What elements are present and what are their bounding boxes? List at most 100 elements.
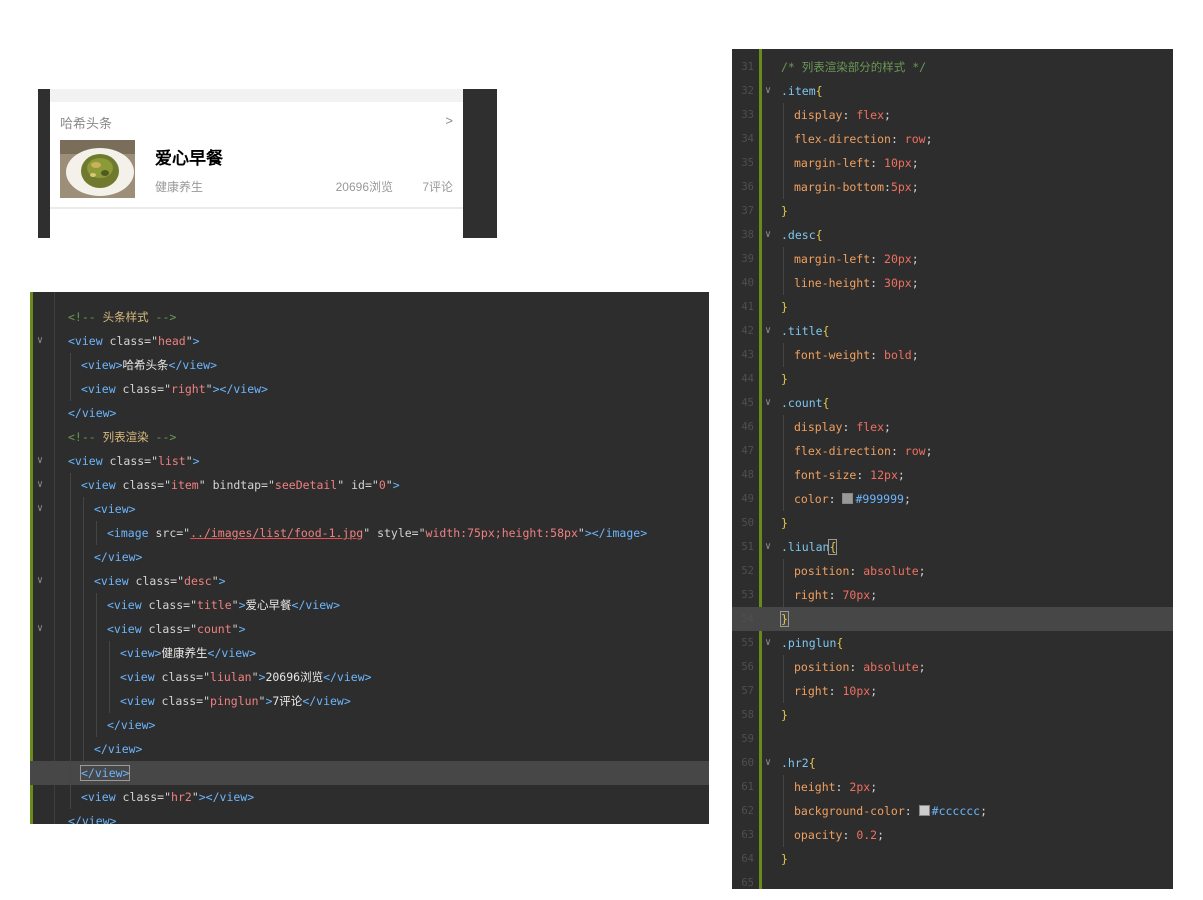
code-line[interactable]: </view> [30, 545, 709, 569]
code-line[interactable]: 31 /* 列表渲染部分的样式 */ [732, 55, 1173, 79]
code-line[interactable]: 65 [732, 871, 1173, 889]
code-line[interactable]: <view class="pinglun">7评论</view> [30, 689, 709, 713]
code-line[interactable]: 59 [732, 727, 1173, 751]
fold-chevron-icon[interactable]: ∨ [37, 617, 43, 641]
line-number: 33 [741, 109, 754, 121]
indent-guide [70, 569, 71, 593]
fold-chevron-icon[interactable]: ∨ [37, 497, 43, 521]
code-line[interactable]: 58} [732, 703, 1173, 727]
code-token: > [218, 574, 226, 588]
code-line[interactable]: 34 flex-direction: row; [732, 127, 1173, 151]
code-line[interactable]: 42 ∨ .title{ [732, 319, 1173, 343]
code-text: </view> [79, 761, 131, 785]
code-line[interactable]: 63 opacity: 0.2; [732, 823, 1173, 847]
code-line[interactable]: 51 ∨ .liulan{ [732, 535, 1173, 559]
code-line[interactable]: 60 ∨ .hr2{ [732, 751, 1173, 775]
code-line[interactable]: </view> [30, 713, 709, 737]
fold-chevron-icon[interactable]: ∨ [765, 751, 771, 775]
code-token: ; [903, 492, 911, 506]
code-line[interactable]: 39 margin-left: 20px; [732, 247, 1173, 271]
code-line[interactable]: 38 ∨ .desc{ [732, 223, 1173, 247]
code-line[interactable]: <view class="hr2"></view> [30, 785, 709, 809]
code-line[interactable]: ∨ <view class="head"> [30, 329, 709, 353]
code-line[interactable]: 49 color: #999999; [732, 487, 1173, 511]
code-line[interactable]: 40 line-height: 30px; [732, 271, 1173, 295]
code-token: { [822, 396, 830, 410]
code-line[interactable]: 50} [732, 511, 1173, 535]
wxml-code-editor[interactable]: <!-- 头条样式 --> ∨ <view class="head"> <view>哈… [30, 292, 709, 824]
fold-chevron-icon[interactable]: ∨ [37, 473, 43, 497]
code-text: </view> [68, 401, 116, 425]
list-item[interactable]: 爱心早餐 健康养生 20696浏览 7评论 [60, 140, 453, 198]
code-line[interactable]: 32 ∨ .item{ [732, 79, 1173, 103]
code-line[interactable]: ∨ <view class="count"> [30, 617, 709, 641]
color-swatch-icon[interactable] [918, 805, 930, 816]
fold-chevron-icon[interactable]: ∨ [37, 449, 43, 473]
code-token: </view> [207, 646, 257, 660]
fold-chevron-icon[interactable]: ∨ [37, 329, 43, 353]
line-number: 50 [741, 517, 754, 529]
indent-guide [70, 689, 71, 713]
code-line[interactable]: </view> [30, 401, 709, 425]
code-line[interactable]: </view> [30, 761, 709, 785]
code-line[interactable]: 44} [732, 367, 1173, 391]
color-swatch-icon[interactable] [842, 493, 854, 504]
fold-chevron-icon[interactable]: ∨ [765, 631, 771, 655]
fold-chevron-icon[interactable]: ∨ [37, 569, 43, 593]
indent-guide [70, 785, 71, 809]
code-line[interactable]: </view> [30, 809, 709, 824]
code-line[interactable]: 54} [732, 607, 1173, 631]
code-line[interactable]: 37} [732, 199, 1173, 223]
code-line[interactable]: <view>哈希头条</view> [30, 353, 709, 377]
code-line[interactable]: 55 ∨ .pinglun{ [732, 631, 1173, 655]
line-number: 47 [741, 445, 754, 457]
code-line[interactable]: 45 ∨ .count{ [732, 391, 1173, 415]
code-line[interactable]: 64} [732, 847, 1173, 871]
code-token: .desc [781, 228, 816, 242]
code-line[interactable]: 62 background-color: #cccccc; [732, 799, 1173, 823]
code-line[interactable]: 48 font-size: 12px; [732, 463, 1173, 487]
code-line[interactable]: <view class="right"></view> [30, 377, 709, 401]
fold-chevron-icon[interactable]: ∨ [765, 79, 771, 103]
code-line[interactable]: <!-- 列表渲染 --> [30, 425, 709, 449]
code-line[interactable]: <!-- 头条样式 --> [30, 305, 709, 329]
code-line[interactable]: 36 margin-bottom:5px; [732, 175, 1173, 199]
indent-guide [96, 617, 97, 641]
code-token: } [781, 372, 788, 386]
code-line[interactable]: 43 font-weight: bold; [732, 343, 1173, 367]
code-token: <view [107, 622, 149, 636]
code-line[interactable]: 33 display: flex; [732, 103, 1173, 127]
fold-chevron-icon[interactable]: ∨ [765, 535, 771, 559]
wxss-code-editor[interactable]: 31/* 列表渲染部分的样式 */32 ∨ .item{33 display: fle… [732, 49, 1173, 889]
code-line[interactable]: 35 margin-left: 10px; [732, 151, 1173, 175]
chevron-right-icon[interactable]: > [445, 113, 453, 128]
code-line[interactable]: 57 right: 10px; [732, 679, 1173, 703]
code-token: class= [161, 694, 204, 708]
code-line[interactable]: 53 right: 70px; [732, 583, 1173, 607]
code-line[interactable]: 56 position: absolute; [732, 655, 1173, 679]
code-line[interactable]: ∨ <view class="list"> [30, 449, 709, 473]
code-line[interactable]: <image src= " ../images/list/food-1.jpg " s… [30, 521, 709, 545]
code-line[interactable]: 47 flex-direction: row; [732, 439, 1173, 463]
code-token: ; [918, 564, 926, 578]
code-line[interactable]: ∨ <view> [30, 497, 709, 521]
code-line[interactable]: 52 position: absolute; [732, 559, 1173, 583]
code-line[interactable]: <view class="liulan">20696浏览</view> [30, 665, 709, 689]
code-line[interactable]: <view class="title">爱心早餐</view> [30, 593, 709, 617]
code-line[interactable]: ∨ <view class="item" bindtap="seeDetail" … [30, 473, 709, 497]
code-token: 2px [849, 780, 871, 794]
code-line[interactable]: 61 height: 2px; [732, 775, 1173, 799]
code-line[interactable]: </view> [30, 737, 709, 761]
indent-guide [70, 665, 71, 689]
code-line[interactable]: <view>健康养生</view> [30, 641, 709, 665]
code-line[interactable]: ∨ <view class="desc"> [30, 569, 709, 593]
fold-chevron-icon[interactable]: ∨ [765, 391, 771, 415]
headline-header[interactable]: 哈希头条 > [60, 113, 453, 133]
fold-chevron-icon[interactable]: ∨ [765, 319, 771, 343]
indent-guide [83, 569, 84, 593]
code-token: : [849, 564, 864, 578]
code-line[interactable]: 46 display: flex; [732, 415, 1173, 439]
code-token: " [418, 526, 426, 540]
code-line[interactable]: 41} [732, 295, 1173, 319]
fold-chevron-icon[interactable]: ∨ [765, 223, 771, 247]
